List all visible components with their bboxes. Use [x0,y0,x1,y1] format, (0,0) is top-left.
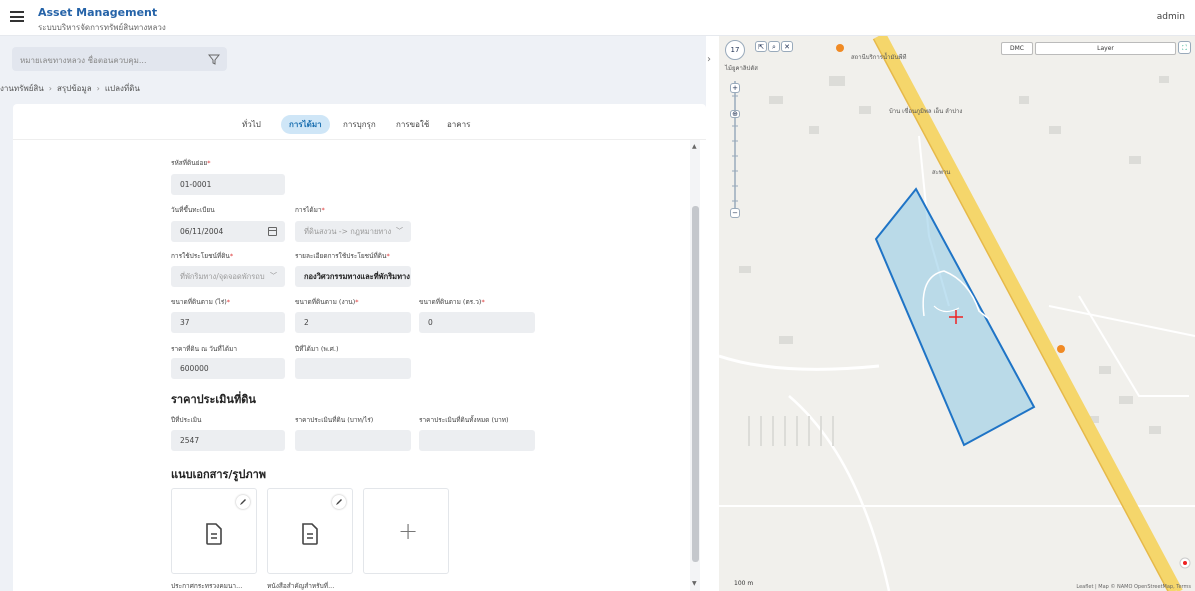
attachment-caption: หนังสือสำคัญสำหรับที่... [267,582,335,590]
price-acq-label: ราคาที่ดิน ณ วันที่ได้มา [171,345,238,353]
chevron-right-icon: › [48,84,52,93]
edit-pencil-icon[interactable] [332,495,346,509]
price-per-rai-label: ราคาประเมินที่ดิน (บาท/ไร่) [295,416,374,424]
scale-bar: 100 m [734,580,754,587]
attachment-caption: ประกาศกระทรวงคมนา... [171,582,243,590]
map-label: สถานีบริการน้ำมันพีที [851,54,907,61]
add-attachment-button[interactable]: + [363,488,449,574]
valuation-year-field[interactable]: 2547 [171,430,285,451]
price-total-label: ราคาประเมินที่ดินทั้งหมด (บาท) [419,416,509,424]
filter-icon[interactable] [208,54,220,65]
size-wa-field[interactable]: 0 [419,312,535,333]
detail-card: ทั่วไป การได้มา การบุกรุก การขอใช้ อาคาร… [13,104,706,591]
fullscreen-icon[interactable]: ⛶ [1178,41,1191,54]
app-subtitle: ระบบบริหารจัดการทรัพย์สินทางหลวง [38,23,166,32]
map-view[interactable]: 17 ⇱ ⌕ ✕ + ⊕ − DMC Layer ⛶ สถานีบริการน้… [719,36,1195,591]
tab-acquisition[interactable]: การได้มา [281,115,330,134]
tab-building[interactable]: อาคาร [439,115,478,134]
size-ngan-label: ขนาดที่ดินตาม (งาน)* [295,298,359,306]
user-menu[interactable]: admin [1157,12,1185,22]
search-placeholder: หมายเลขทางหลวง ชื่อตอนควบคุม... [20,56,147,65]
year-acq-field[interactable] [295,358,411,379]
edit-pencil-icon[interactable] [236,495,250,509]
map-canvas[interactable] [719,36,1195,591]
parcel-id-label: รหัสที่ดินย่อย* [171,159,211,167]
acquisition-select[interactable]: ที่ดินสงวน -> กฎหมายทาง ﹀ [295,221,411,242]
size-ngan-field[interactable]: 2 [295,312,411,333]
tab-general[interactable]: ทั่วไป [234,115,269,134]
price-per-rai-field[interactable] [295,430,411,451]
price-total-field[interactable] [419,430,535,451]
plus-icon: + [398,517,419,545]
valuation-title: ราคาประเมินที่ดิน [171,393,256,406]
document-icon [206,523,222,545]
attachments-title: แนบเอกสาร/รูปภาพ [171,468,267,481]
attachment-tile[interactable] [171,488,257,574]
map-label: สะพาน [932,169,951,176]
map-label: บ้าน เขื่อนภูมิพล เอ็น ลำปาง [889,108,963,115]
breadcrumb: งานทรัพย์สิน › สรุปข้อมูล › แปลงที่ดิน [0,82,140,95]
year-acq-label: ปีที่ได้มา (พ.ศ.) [295,345,339,353]
breadcrumb-item-parcel: แปลงที่ดิน [104,84,140,93]
map-label: ไม้ยูคาลิปตัส [725,65,758,72]
map-attribution[interactable]: Leaflet | Map © NAMO OpenStreetMap, Term… [1076,584,1191,590]
scrollbar-thumb[interactable] [692,206,699,562]
scroll-down-icon[interactable]: ▼ [692,580,697,587]
size-rai-label: ขนาดที่ดินตาม (ไร่)* [171,298,231,306]
land-use-detail-label: รายละเอียดการใช้ประโยชน์ที่ดิน* [295,252,390,260]
attachment-tile[interactable] [267,488,353,574]
top-bar: Asset Management ระบบบริหารจัดการทรัพย์ส… [0,0,1195,36]
zoom-out-button[interactable]: − [730,208,740,218]
document-icon [302,523,318,545]
reg-date-label: วันที่ขึ้นทะเบียน [171,206,215,214]
reg-date-field[interactable]: 06/11/2004 [171,221,285,242]
chevron-down-icon: ﹀ [396,227,403,235]
left-panel: หมายเลขทางหลวง ชื่อตอนควบคุม... งานทรัพย… [0,36,706,591]
breadcrumb-item-summary[interactable]: สรุปข้อมูล [57,82,92,95]
dmc-toggle[interactable]: DMC [1001,42,1033,55]
valuation-year-label: ปีที่ประเมิน [171,416,202,424]
breadcrumb-item-assets[interactable]: งานทรัพย์สิน [0,82,44,95]
calendar-icon[interactable] [268,227,277,236]
land-use-label: การใช้ประโยชน์ที่ดิน* [171,252,234,260]
tab-encroachment[interactable]: การบุกรุก [335,115,384,134]
price-acq-field[interactable]: 600000 [171,358,285,379]
app-title: Asset Management [38,6,158,19]
land-use-select[interactable]: ที่พักริมทาง/จุดจอดพักรถบ ﹀ [171,266,285,287]
pan-control[interactable]: 17 [725,40,745,60]
layer-select[interactable]: Layer [1035,42,1176,55]
land-use-detail-field[interactable]: กองวิศวกรรมทางและที่พักริมทาง [295,266,411,287]
size-rai-field[interactable]: 37 [171,312,285,333]
zoom-box-icon[interactable]: ⇱ [755,41,767,52]
acquisition-label: การได้มา* [295,206,325,214]
parcel-id-field[interactable]: 01-0001 [171,174,285,195]
acquisition-form: รหัสที่ดินย่อย* 01-0001 วันที่ขึ้นทะเบีย… [13,140,688,591]
tab-request-use[interactable]: การขอใช้ [388,115,437,134]
scroll-up-icon[interactable]: ▲ [692,143,697,150]
chevron-down-icon: ﹀ [270,272,277,280]
zoom-slider-handle[interactable]: ⊕ [730,110,740,118]
app-root: Asset Management ระบบบริหารจัดการทรัพย์ส… [0,0,1195,591]
search-input[interactable]: หมายเลขทางหลวง ชื่อตอนควบคุม... [12,47,227,71]
zoom-in-button[interactable]: + [730,83,740,93]
search-area-icon[interactable]: ⌕ [768,41,780,52]
menu-icon[interactable] [10,11,24,22]
close-icon[interactable]: ✕ [781,41,793,52]
collapse-panel-button[interactable]: › [702,50,716,70]
chevron-right-icon: › [96,84,100,93]
size-wa-label: ขนาดที่ดินตาม (ตร.ว)* [419,298,485,306]
tab-bar: ทั่วไป การได้มา การบุกรุก การขอใช้ อาคาร [13,104,706,140]
